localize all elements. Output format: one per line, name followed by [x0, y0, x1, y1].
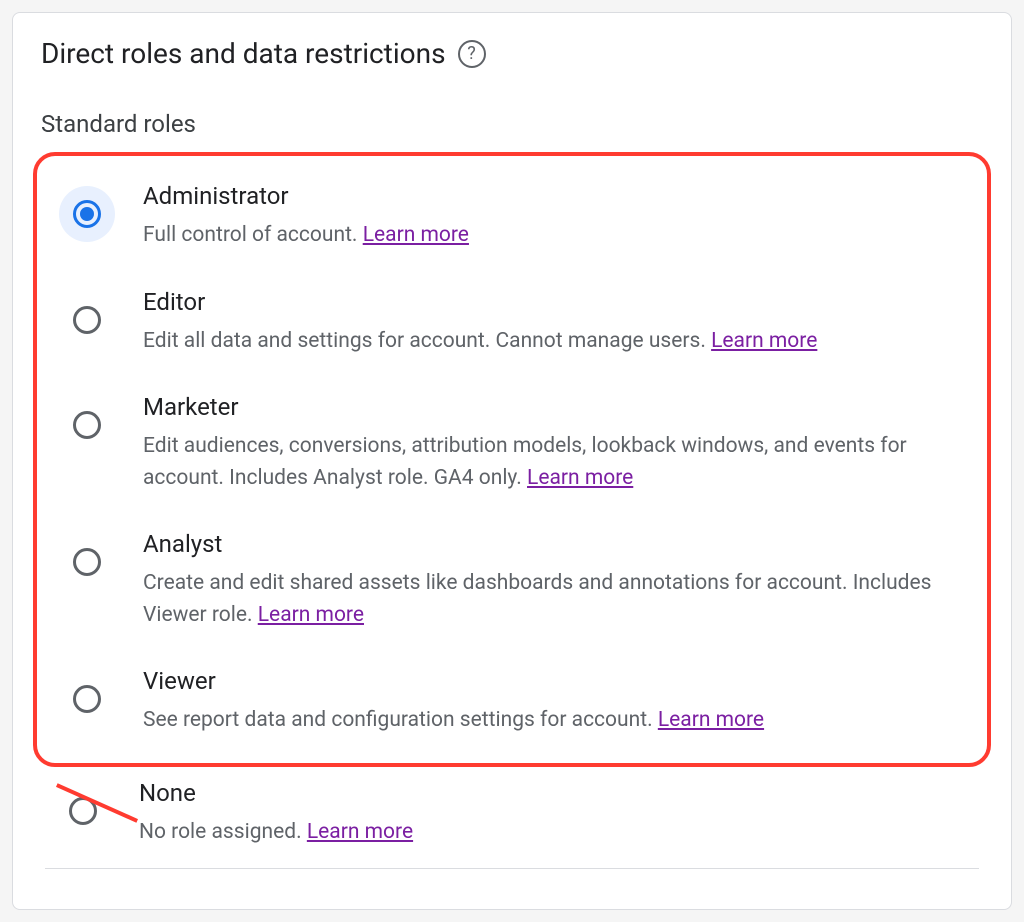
role-text: Viewer See report data and configuration… — [143, 665, 975, 737]
learn-more-link[interactable]: Learn more — [711, 329, 817, 353]
role-row-administrator[interactable]: Administrator Full control of account. L… — [49, 170, 975, 276]
radio-analyst[interactable] — [73, 548, 101, 576]
role-text: Administrator Full control of account. L… — [143, 180, 975, 252]
role-desc: Create and edit shared assets like dashb… — [143, 568, 975, 631]
radio-wrap — [59, 292, 115, 348]
radio-marketer[interactable] — [73, 411, 101, 439]
role-text: Marketer Edit audiences, conversions, at… — [143, 391, 975, 494]
learn-more-link[interactable]: Learn more — [363, 223, 469, 247]
radio-editor[interactable] — [73, 306, 101, 334]
role-desc-text: No role assigned. — [139, 820, 302, 844]
role-desc-text: Full control of account. — [143, 223, 357, 247]
radio-viewer[interactable] — [73, 685, 101, 713]
role-title: Viewer — [143, 667, 975, 695]
role-row-none[interactable]: None No role assigned. Learn more — [45, 767, 979, 870]
role-row-viewer[interactable]: Viewer See report data and configuration… — [49, 655, 975, 745]
role-title: Editor — [143, 288, 975, 316]
role-title: Analyst — [143, 530, 975, 558]
role-desc: Full control of account. Learn more — [143, 220, 975, 252]
section-label-standard-roles: Standard roles — [41, 110, 983, 138]
learn-more-link[interactable]: Learn more — [658, 708, 764, 732]
role-text: Editor Edit all data and settings for ac… — [143, 286, 975, 358]
role-desc-text: Edit audiences, conversions, attribution… — [143, 434, 907, 490]
radio-wrap — [55, 783, 111, 839]
radio-wrap — [59, 186, 115, 242]
role-text: Analyst Create and edit shared assets li… — [143, 528, 975, 631]
learn-more-link[interactable]: Learn more — [258, 603, 364, 627]
radio-wrap — [59, 671, 115, 727]
role-desc: Edit audiences, conversions, attribution… — [143, 431, 975, 494]
role-text: None No role assigned. Learn more — [139, 777, 979, 849]
role-title: None — [139, 779, 979, 807]
role-desc: Edit all data and settings for account. … — [143, 326, 975, 358]
role-title: Administrator — [143, 182, 975, 210]
roles-panel: Direct roles and data restrictions ? Sta… — [12, 12, 1012, 910]
panel-header: Direct roles and data restrictions ? — [41, 37, 983, 70]
role-row-marketer[interactable]: Marketer Edit audiences, conversions, at… — [49, 381, 975, 518]
highlighted-roles-box: Administrator Full control of account. L… — [33, 152, 991, 767]
role-title: Marketer — [143, 393, 975, 421]
role-desc-text: See report data and configuration settin… — [143, 708, 653, 732]
learn-more-link[interactable]: Learn more — [307, 820, 413, 844]
learn-more-link[interactable]: Learn more — [527, 466, 633, 490]
role-row-editor[interactable]: Editor Edit all data and settings for ac… — [49, 276, 975, 382]
help-icon[interactable]: ? — [458, 40, 486, 68]
role-desc: See report data and configuration settin… — [143, 705, 975, 737]
radio-administrator[interactable] — [73, 200, 101, 228]
role-desc-text: Edit all data and settings for account. … — [143, 329, 706, 353]
radio-wrap — [59, 397, 115, 453]
role-row-analyst[interactable]: Analyst Create and edit shared assets li… — [49, 518, 975, 655]
panel-title: Direct roles and data restrictions — [41, 37, 446, 70]
radio-wrap — [59, 534, 115, 590]
role-desc: No role assigned. Learn more — [139, 817, 979, 849]
